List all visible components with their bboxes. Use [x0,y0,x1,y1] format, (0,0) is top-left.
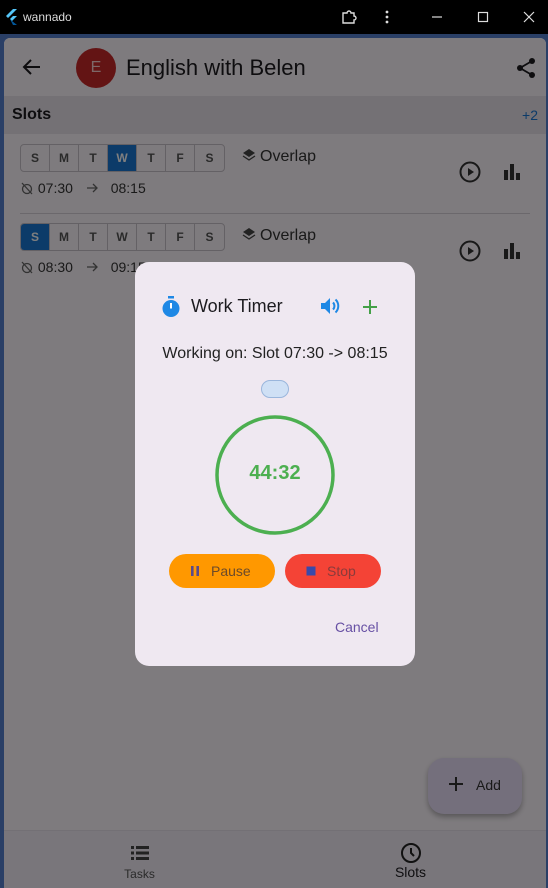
window-titlebar: wannado [0,0,548,34]
volume-up-icon[interactable] [319,295,341,317]
maximize-icon[interactable] [474,8,492,26]
stop-button[interactable]: Stop [285,554,381,588]
minimize-icon[interactable] [428,8,446,26]
pause-icon [191,566,199,576]
add-icon[interactable] [359,296,381,318]
extension-icon[interactable] [340,8,358,26]
cancel-button[interactable]: Cancel [335,619,379,635]
pause-label: Pause [211,563,251,579]
timer-display: 44:32 [249,462,301,484]
working-on-text: Working on: Slot 07:30 -> 08:15 [162,345,388,362]
close-icon[interactable] [520,8,538,26]
stop-label: Stop [327,563,356,579]
work-timer-dialog: Work Timer Working on: Slot 07:30 -> 08:… [135,262,415,666]
status-pill [261,380,289,398]
flutter-logo-icon [6,9,17,25]
pause-button[interactable]: Pause [169,554,275,588]
more-vert-icon[interactable] [378,8,396,26]
stop-icon [306,566,316,576]
dialog-title: Work Timer [191,296,283,316]
window-title: wannado [23,10,72,24]
timer-icon [162,296,180,317]
